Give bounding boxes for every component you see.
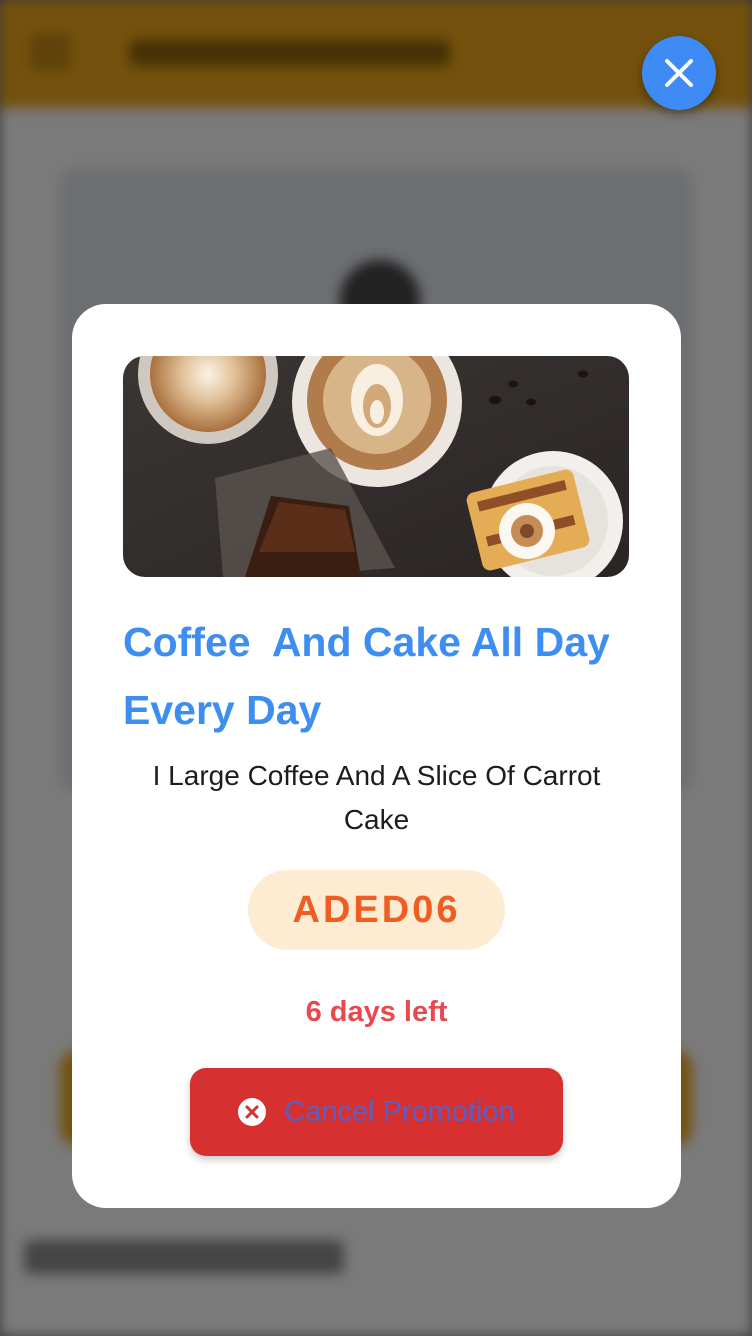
promotion-description: I Large Coffee And A Slice Of Carrot Cak… [152,760,601,835]
coffee-and-cake-photo [123,356,629,577]
promotion-image [123,356,629,577]
days-left-label: 6 days left [305,996,448,1028]
close-button[interactable] [642,36,716,110]
cancel-promotion-button[interactable]: Cancel Promotion [190,1068,563,1156]
cancel-promotion-label: Cancel Promotion [284,1095,515,1128]
close-icon [665,59,693,87]
cancel-circle-icon [238,1098,267,1126]
promo-code-badge[interactable]: ADED06 [248,870,505,950]
promotion-modal: Coffee And Cake All Day Every Day I Larg… [72,304,681,1208]
promotion-title: Coffee And Cake All Day Every Day [123,619,622,733]
